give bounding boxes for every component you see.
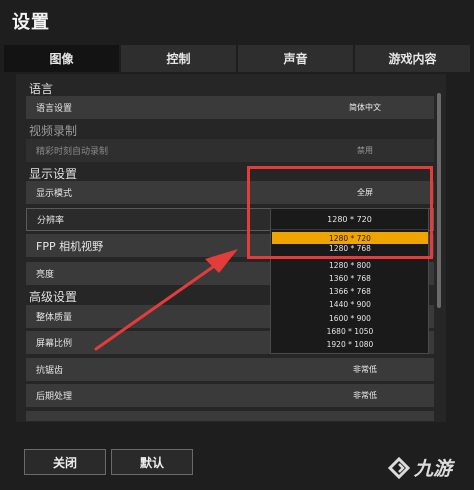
section-display-settings: 显示设置 xyxy=(29,167,78,181)
row-label: 精彩时刻自动录制 xyxy=(36,147,109,157)
row-highlight-record[interactable]: 精彩时刻自动录制 禁用 xyxy=(26,139,434,162)
watermark-text: 九游 xyxy=(414,458,453,480)
close-button[interactable]: 关闭 xyxy=(24,449,106,475)
row-label: 整体质量 xyxy=(36,313,73,323)
resolution-option[interactable]: 1440 * 900 xyxy=(272,298,428,310)
row-language-setting[interactable]: 语言设置 简体中文 xyxy=(26,96,434,119)
default-button[interactable]: 默认 xyxy=(111,449,193,475)
row-partial xyxy=(26,411,434,421)
resolution-option[interactable]: 1280 * 800 xyxy=(272,259,428,271)
resolution-option[interactable]: 1920 * 1080 xyxy=(272,338,428,350)
row-label: 屏幕比例 xyxy=(36,339,73,349)
resolution-option[interactable]: 1366 * 768 xyxy=(272,285,428,297)
nine-game-logo-icon xyxy=(387,456,411,479)
tab-sound[interactable]: 声音 xyxy=(238,45,353,72)
section-language: 语言 xyxy=(29,82,54,96)
annotation-box xyxy=(247,166,433,259)
watermark: 九游 xyxy=(386,454,452,481)
row-label: 后期处理 xyxy=(36,392,73,402)
row-label: 显示模式 xyxy=(36,189,73,199)
highlight-record-value[interactable]: 禁用 xyxy=(296,145,434,156)
post-processing-value[interactable]: 非常低 xyxy=(296,390,434,401)
section-advanced-settings: 高级设置 xyxy=(29,290,78,304)
row-anti-aliasing[interactable]: 抗锯齿 非常低 xyxy=(26,358,434,381)
row-label: 抗锯齿 xyxy=(36,366,64,376)
resolution-option[interactable]: 1600 * 900 xyxy=(272,312,428,324)
language-value[interactable]: 简体中文 xyxy=(296,102,434,113)
tab-controls[interactable]: 控制 xyxy=(121,45,236,72)
section-video-recording: 视频录制 xyxy=(29,124,78,138)
page-title: 设置 xyxy=(12,12,50,33)
scrollbar[interactable] xyxy=(437,93,441,308)
tab-gameplay[interactable]: 游戏内容 xyxy=(355,45,470,72)
resolution-option[interactable]: 1360 * 768 xyxy=(272,272,428,284)
row-post-processing[interactable]: 后期处理 非常低 xyxy=(26,384,434,407)
row-label: 语言设置 xyxy=(36,104,73,114)
row-label: FPP 相机视野 xyxy=(36,239,104,253)
row-label: 分辨率 xyxy=(37,216,65,226)
anti-aliasing-value[interactable]: 非常低 xyxy=(296,364,434,375)
row-label: 亮度 xyxy=(36,270,55,280)
resolution-option[interactable]: 1680 * 1050 xyxy=(272,325,428,337)
tab-graphics[interactable]: 图像 xyxy=(4,45,119,72)
tab-bar: 图像 控制 声音 游戏内容 xyxy=(4,45,470,72)
